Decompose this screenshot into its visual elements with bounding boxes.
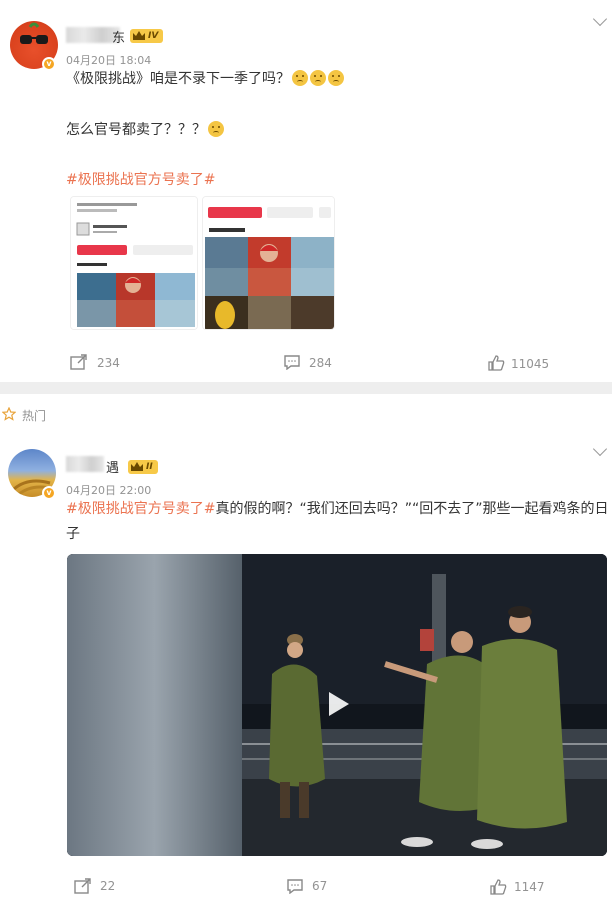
worried-emoji-icon	[310, 70, 326, 86]
crown-icon	[133, 31, 145, 40]
like-count[interactable]: 11045	[511, 357, 549, 371]
hot-section-header: 热门	[0, 404, 612, 424]
hot-icon	[2, 407, 16, 421]
post-image-1[interactable]	[70, 196, 198, 330]
video-player[interactable]	[67, 554, 607, 856]
worried-emoji-icon	[292, 70, 308, 86]
repost-count[interactable]: 22	[100, 879, 115, 893]
post-text-line1: #极限挑战官方号卖了#真的假的啊？“我们还回去吗？”“回不去了”那些一起看鸡条的…	[66, 501, 609, 517]
chevron-down-icon[interactable]	[592, 11, 608, 27]
post-text-line1: 《极限挑战》咱是不录下一季了吗？	[66, 67, 344, 91]
comment-count[interactable]: 284	[309, 356, 332, 370]
chevron-down-icon[interactable]	[592, 441, 608, 457]
post-time[interactable]: 04月20日 22:00	[66, 482, 151, 498]
username-blurred[interactable]	[66, 456, 104, 472]
post-time[interactable]: 04月20日 18:04	[66, 52, 151, 68]
sad-emoji-icon	[208, 121, 224, 137]
post-divider	[0, 382, 612, 394]
screenshot-image	[71, 197, 197, 329]
post-text-line2: 子	[66, 526, 80, 542]
worried-emoji-icon	[328, 70, 344, 86]
weibo-post: 热门 v 遇 II 04月20日 22:00 #极限挑战官方号卖了#真的假的啊？…	[0, 394, 612, 905]
post-text-line2: 怎么官号都卖了？？？	[66, 118, 224, 142]
weibo-post: v 东 IV 04月20日 18:04 《极限挑战》咱是不录下一季了吗？ 怎么官…	[0, 0, 612, 382]
repost-count[interactable]: 234	[97, 356, 120, 370]
verified-badge-icon: v	[42, 486, 56, 500]
hot-label: 热门	[22, 409, 47, 423]
comment-count[interactable]: 67	[312, 879, 327, 893]
like-icon[interactable]	[488, 355, 505, 371]
comment-icon[interactable]	[284, 355, 300, 370]
hashtag-link[interactable]: #极限挑战官方号卖了#	[66, 501, 215, 517]
hashtag-link[interactable]: #极限挑战官方号卖了#	[66, 168, 215, 192]
username[interactable]: 东	[112, 27, 125, 46]
play-icon[interactable]	[317, 684, 357, 724]
crown-icon	[131, 462, 143, 471]
like-count[interactable]: 1147	[514, 880, 545, 894]
level-badge: IV	[130, 29, 164, 43]
repost-icon[interactable]	[70, 354, 88, 370]
verified-badge-icon: v	[42, 57, 56, 71]
repost-icon[interactable]	[74, 878, 92, 894]
like-icon[interactable]	[490, 879, 507, 895]
username[interactable]: 遇	[106, 457, 119, 476]
screenshot-image	[203, 197, 334, 329]
level-badge: II	[128, 460, 158, 474]
comment-icon[interactable]	[287, 879, 303, 894]
post-image-2[interactable]	[202, 196, 335, 330]
